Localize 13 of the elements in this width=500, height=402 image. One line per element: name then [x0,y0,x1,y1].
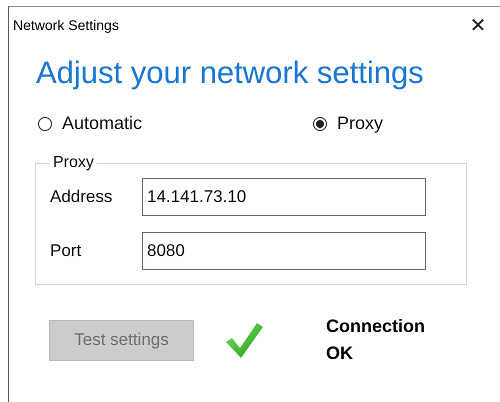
radio-option[interactable]: Automatic [38,113,313,134]
field-label: Address [50,187,114,207]
radio-option[interactable]: Proxy [313,113,500,134]
heading: Adjust your network settings [36,55,425,91]
input-field[interactable]: 8080 [142,232,426,270]
status-text: Connection OK [326,315,426,365]
window-title: Network Settings [13,17,119,33]
field-label: Port [50,241,82,261]
radio-circle[interactable] [38,116,52,130]
group-legend: Proxy [50,154,97,172]
input-field[interactable]: 14.141.73.10 [142,178,426,216]
radio-circle[interactable] [313,116,327,130]
close-button[interactable]: ✕ [460,9,496,41]
